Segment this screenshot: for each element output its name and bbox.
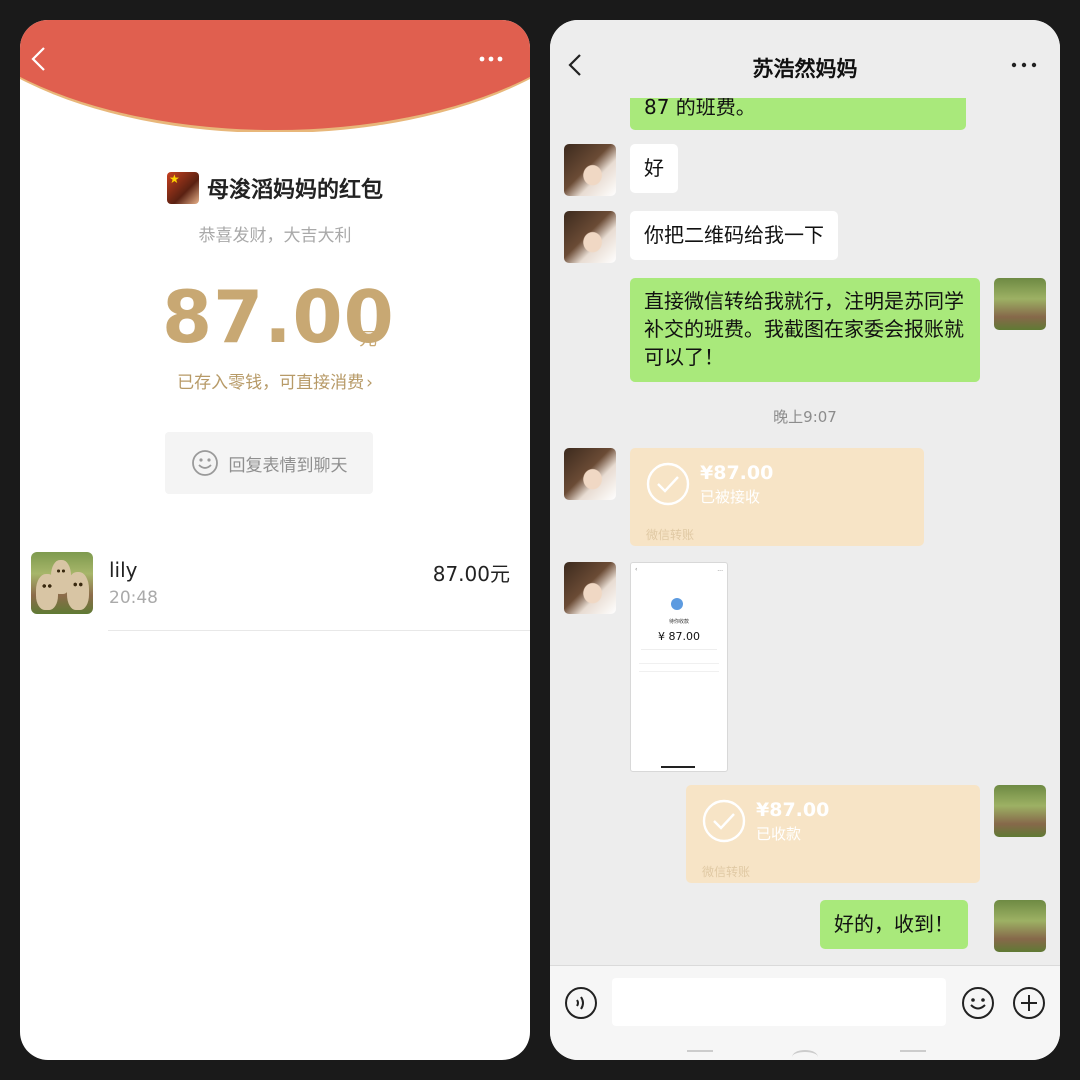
receiver-avatar	[31, 552, 93, 614]
reply-sticker-button[interactable]: 回复表情到聊天	[165, 432, 373, 494]
saved-note: 已存入零钱，可直接消费	[177, 373, 365, 393]
sender-avatar: ★	[166, 172, 199, 204]
sender-row: ★ 母浚滔妈妈的红包	[20, 172, 530, 204]
contact-avatar[interactable]	[564, 211, 616, 263]
screenshot-image[interactable]: ‹ ··· 待你收款 ¥ 87.00	[630, 562, 728, 772]
timestamp: 晚上9:07	[773, 408, 837, 426]
nav-back-hint	[687, 1050, 713, 1060]
screenshot-amount: ¥ 87.00	[658, 630, 700, 643]
contact-avatar[interactable]	[564, 144, 616, 196]
wish-text: 恭喜发财，大吉大利	[198, 226, 352, 246]
message-bubble[interactable]: 好的，收到！	[820, 900, 968, 949]
chat-panel: 苏浩然妈妈 87 的班费。 好 你把二维码给我一下 直接微信转给我就行，注明是苏…	[550, 20, 1060, 1060]
transfer-card[interactable]: ¥87.00 已收款 微信转账	[686, 785, 980, 883]
back-icon[interactable]	[26, 44, 56, 74]
chat-title: 苏浩然妈妈	[752, 57, 858, 81]
reply-label: 回复表情到聊天	[228, 455, 348, 476]
screenshot-label: 待你收款	[668, 619, 689, 625]
contact-avatar[interactable]	[564, 448, 616, 500]
amount-unit: 元	[359, 329, 377, 350]
saved-to-change-link[interactable]: 已存入零钱，可直接消费 ›	[20, 368, 530, 393]
clock-icon	[671, 598, 683, 610]
chevron-right-icon: ›	[366, 373, 373, 393]
transfer-amount: ¥87.00	[700, 462, 774, 484]
more-icon[interactable]	[476, 44, 506, 74]
check-circle-icon	[702, 799, 746, 843]
more-icon[interactable]	[1010, 53, 1038, 77]
star-icon: ★	[168, 172, 180, 186]
transfer-status: 已被接收	[700, 488, 761, 506]
transfer-footer: 微信转账	[646, 528, 695, 542]
receiver-name: lily	[109, 558, 138, 582]
input-bar	[550, 965, 1060, 1060]
nav-recent-hint	[900, 1050, 926, 1060]
message-bubble[interactable]: 直接微信转给我就行，注明是苏同学补交的班费。我截图在家委会报账就可以了！	[630, 278, 980, 382]
message-input[interactable]	[612, 978, 946, 1026]
plus-icon[interactable]	[1012, 986, 1046, 1020]
my-avatar[interactable]	[994, 278, 1046, 330]
message-bubble[interactable]: 你把二维码给我一下	[630, 211, 838, 260]
my-avatar[interactable]	[994, 900, 1046, 952]
smiley-icon	[191, 450, 218, 476]
emoji-icon[interactable]	[961, 986, 995, 1020]
transfer-card[interactable]: ¥87.00 已被接收 微信转账	[630, 448, 924, 546]
transfer-amount: ¥87.00	[756, 799, 830, 821]
red-packet-header	[20, 20, 530, 132]
transfer-status: 已收款	[756, 825, 802, 843]
voice-icon[interactable]	[564, 986, 598, 1020]
transfer-footer: 微信转账	[702, 865, 751, 879]
message-bubble[interactable]: 好	[630, 144, 678, 193]
nav-home-hint	[792, 1050, 818, 1060]
header-arc	[20, 20, 530, 132]
divider	[108, 630, 530, 631]
sender-name: 母浚滔妈妈的红包	[206, 178, 383, 203]
receiver-amount: 87.00元	[432, 562, 510, 586]
receiver-time: 20:48	[109, 588, 158, 608]
chat-header: 苏浩然妈妈	[550, 20, 1060, 98]
check-circle-icon	[646, 462, 690, 506]
red-packet-panel: ★ 母浚滔妈妈的红包 恭喜发财，大吉大利 87.00 元 已存入零钱，可直接消费 ›…	[20, 20, 530, 1060]
contact-avatar[interactable]	[564, 562, 616, 614]
my-avatar[interactable]	[994, 785, 1046, 837]
receiver-row[interactable]: lily 20:48 87.00元	[20, 550, 530, 650]
